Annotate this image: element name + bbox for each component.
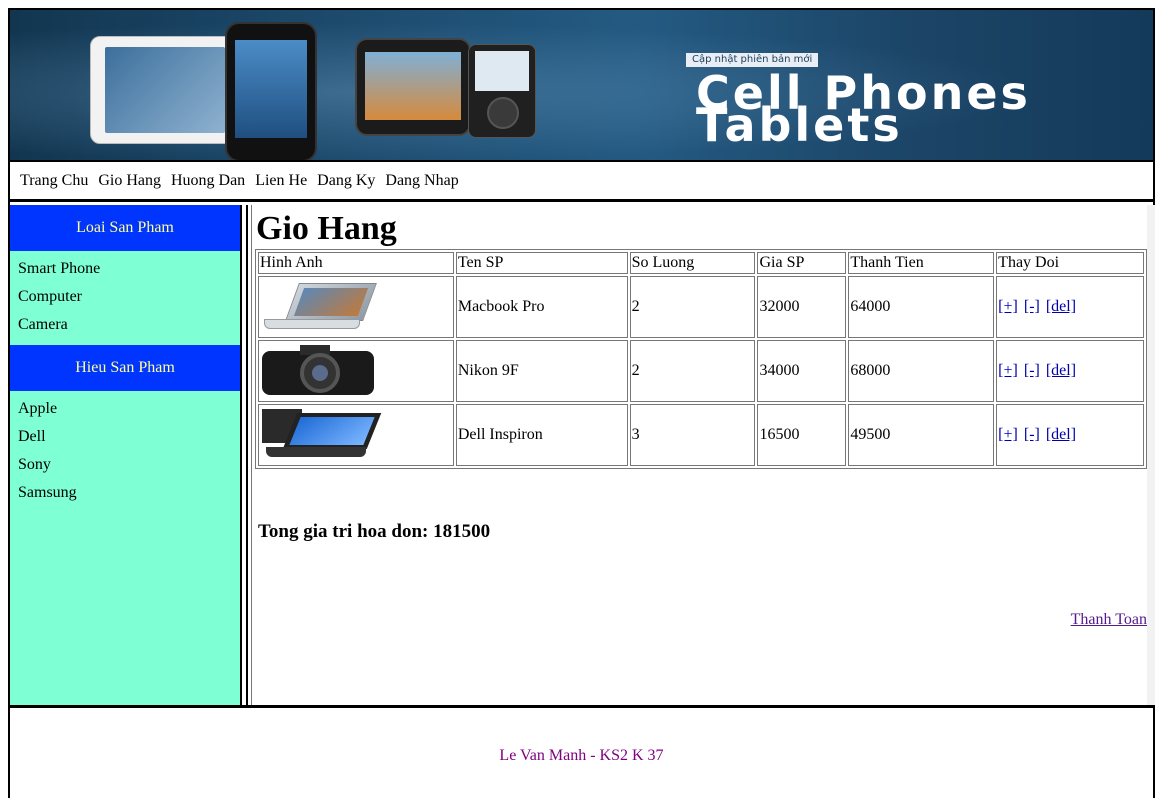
camera-image (260, 345, 376, 397)
delete-item-link[interactable]: [del] (1046, 298, 1076, 315)
nav-login[interactable]: Dang Nhap (385, 172, 458, 189)
delete-item-link[interactable]: [del] (1046, 426, 1076, 443)
header-price: Gia SP (757, 252, 847, 274)
header-quantity: So Luong (629, 252, 756, 274)
page: Cập nhật phiên bản mới Cell Phones Table… (8, 8, 1155, 798)
column-divider (246, 205, 248, 705)
main-scrollbar[interactable] (1147, 205, 1155, 705)
header-name: Ten SP (455, 252, 628, 274)
music-player-image (468, 44, 536, 138)
header-banner: Cập nhật phiên bản mới Cell Phones Table… (10, 10, 1153, 162)
smartphone-image (225, 22, 317, 160)
main-content: Gio Hang Hinh Anh Ten SP So Luong Gia SP… (251, 205, 1147, 705)
nav-register[interactable]: Dang Ky (317, 172, 375, 189)
sidebar-brands-title: Hieu San Pham (10, 345, 240, 391)
delete-item-link[interactable]: [del] (1046, 362, 1076, 379)
nav-cart[interactable]: Gio Hang (98, 172, 161, 189)
decrease-qty-link[interactable]: [-] (1024, 426, 1040, 443)
cell-name: Dell Inspiron (455, 404, 628, 466)
checkout-link[interactable]: Thanh Toan (1071, 611, 1147, 629)
sidebar-brands-list: Apple Dell Sony Samsung (10, 391, 240, 513)
cell-price: 34000 (757, 340, 847, 402)
cell-price: 32000 (757, 276, 847, 338)
sidebar-item-camera[interactable]: Camera (18, 311, 240, 339)
cell-subtotal: 68000 (848, 340, 995, 402)
cell-actions: [+] [-] [del] (996, 340, 1144, 402)
increase-qty-link[interactable]: [+] (998, 426, 1018, 443)
sidebar-item-dell[interactable]: Dell (18, 423, 240, 451)
cell-image (258, 276, 454, 338)
page-title: Gio Hang (256, 210, 397, 247)
cell-subtotal: 49500 (848, 404, 995, 466)
sidebar-item-apple[interactable]: Apple (18, 395, 240, 423)
sidebar-categories-list: Smart Phone Computer Camera (10, 251, 240, 345)
table-row: Macbook Pro 2 32000 64000 [+] [-] [del] (258, 276, 1144, 338)
table-row: Dell Inspiron 3 16500 49500 [+] [-] [del… (258, 404, 1144, 466)
banner-title-line2: Tablets (696, 98, 903, 152)
cart-table: Hinh Anh Ten SP So Luong Gia SP Thanh Ti… (255, 249, 1147, 469)
cell-actions: [+] [-] [del] (996, 404, 1144, 466)
cell-name: Nikon 9F (455, 340, 628, 402)
footer: Le Van Manh - KS2 K 37 (10, 705, 1153, 800)
increase-qty-link[interactable]: [+] (998, 298, 1018, 315)
laptop-image (260, 409, 382, 461)
cell-price: 16500 (757, 404, 847, 466)
header-actions: Thay Doi (996, 252, 1144, 274)
sidebar-item-sony[interactable]: Sony (18, 451, 240, 479)
cell-name: Macbook Pro (455, 276, 628, 338)
nav-contact[interactable]: Lien He (255, 172, 307, 189)
android-phone-image (355, 38, 471, 136)
sidebar-item-smart-phone[interactable]: Smart Phone (18, 255, 240, 283)
order-total: Tong gia tri hoa don: 181500 (258, 521, 491, 542)
cell-actions: [+] [-] [del] (996, 276, 1144, 338)
table-row: Nikon 9F 2 34000 68000 [+] [-] [del] (258, 340, 1144, 402)
footer-credit: Le Van Manh - KS2 K 37 (499, 747, 664, 764)
header-image: Hinh Anh (258, 252, 454, 274)
cell-image (258, 404, 454, 466)
cell-quantity: 3 (629, 404, 756, 466)
nav-guide[interactable]: Huong Dan (171, 172, 245, 189)
header-subtotal: Thanh Tien (848, 252, 995, 274)
banner-tagline: Cập nhật phiên bản mới (686, 53, 819, 67)
sidebar-categories-title: Loai San Pham (10, 205, 240, 251)
cell-subtotal: 64000 (848, 276, 995, 338)
increase-qty-link[interactable]: [+] (998, 362, 1018, 379)
cell-image (258, 340, 454, 402)
decrease-qty-link[interactable]: [-] (1024, 362, 1040, 379)
sidebar-item-computer[interactable]: Computer (18, 283, 240, 311)
macbook-image (260, 281, 377, 333)
cell-quantity: 2 (629, 276, 756, 338)
decrease-qty-link[interactable]: [-] (1024, 298, 1040, 315)
sidebar-item-samsung[interactable]: Samsung (18, 479, 240, 507)
cell-quantity: 2 (629, 340, 756, 402)
table-header-row: Hinh Anh Ten SP So Luong Gia SP Thanh Ti… (258, 252, 1144, 274)
nav-home[interactable]: Trang Chu (20, 172, 88, 189)
sidebar: Loai San Pham Smart Phone Computer Camer… (10, 205, 242, 705)
top-nav: Trang Chu Gio Hang Huong Dan Lien He Dan… (10, 162, 1153, 202)
tablet-image (90, 36, 240, 144)
